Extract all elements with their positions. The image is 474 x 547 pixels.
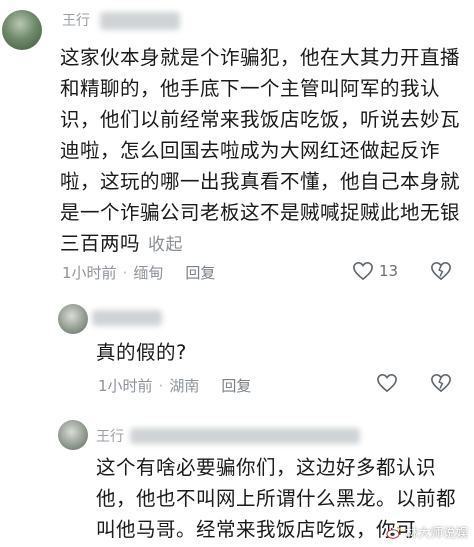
comment-text: 真的假的? [96, 341, 187, 364]
comment-text: 这家伙本身就是个诈骗犯，他在大其力开直播和精聊的，他手底下一个主管叫阿军的我认识… [60, 46, 461, 255]
watermark: 林大师说娱 [386, 522, 468, 541]
avatar[interactable] [58, 420, 88, 450]
like-button[interactable] [376, 373, 398, 393]
like-count: 13 [379, 262, 399, 280]
blurred-username [92, 310, 162, 326]
location: 湖南 [169, 377, 200, 395]
dislike-button[interactable] [430, 373, 452, 393]
heart-icon [353, 261, 373, 281]
blurred-username [100, 12, 180, 30]
comment-meta: 1小时前 · 缅甸 回复 [62, 262, 216, 283]
heart-icon [377, 373, 397, 393]
like-button[interactable]: 13 [352, 261, 398, 281]
comment-2: 真的假的? 1小时前 · 湖南 回复 [0, 300, 474, 410]
comment-1: 王行 这家伙本身就是个诈骗犯，他在大其力开直播和精聊的，他手底下一个主管叫阿军的… [0, 0, 474, 300]
avatar[interactable] [2, 10, 42, 50]
watermark-text: 林大师说娱 [405, 525, 468, 540]
reply-button[interactable]: 回复 [185, 262, 215, 283]
dislike-button[interactable] [430, 261, 452, 281]
dislike-icon [431, 373, 451, 393]
timestamp: 1小时前 [98, 377, 153, 395]
timestamp: 1小时前 [62, 264, 117, 282]
dislike-icon [431, 261, 451, 281]
reply-button[interactable]: 回复 [221, 375, 251, 396]
avatar[interactable] [58, 304, 88, 334]
weibo-icon [386, 526, 402, 539]
collapse-link[interactable]: 收起 [148, 235, 183, 255]
location: 缅甸 [133, 264, 164, 282]
blurred-username [130, 428, 360, 444]
comment-meta: 1小时前 · 湖南 回复 [98, 375, 252, 396]
